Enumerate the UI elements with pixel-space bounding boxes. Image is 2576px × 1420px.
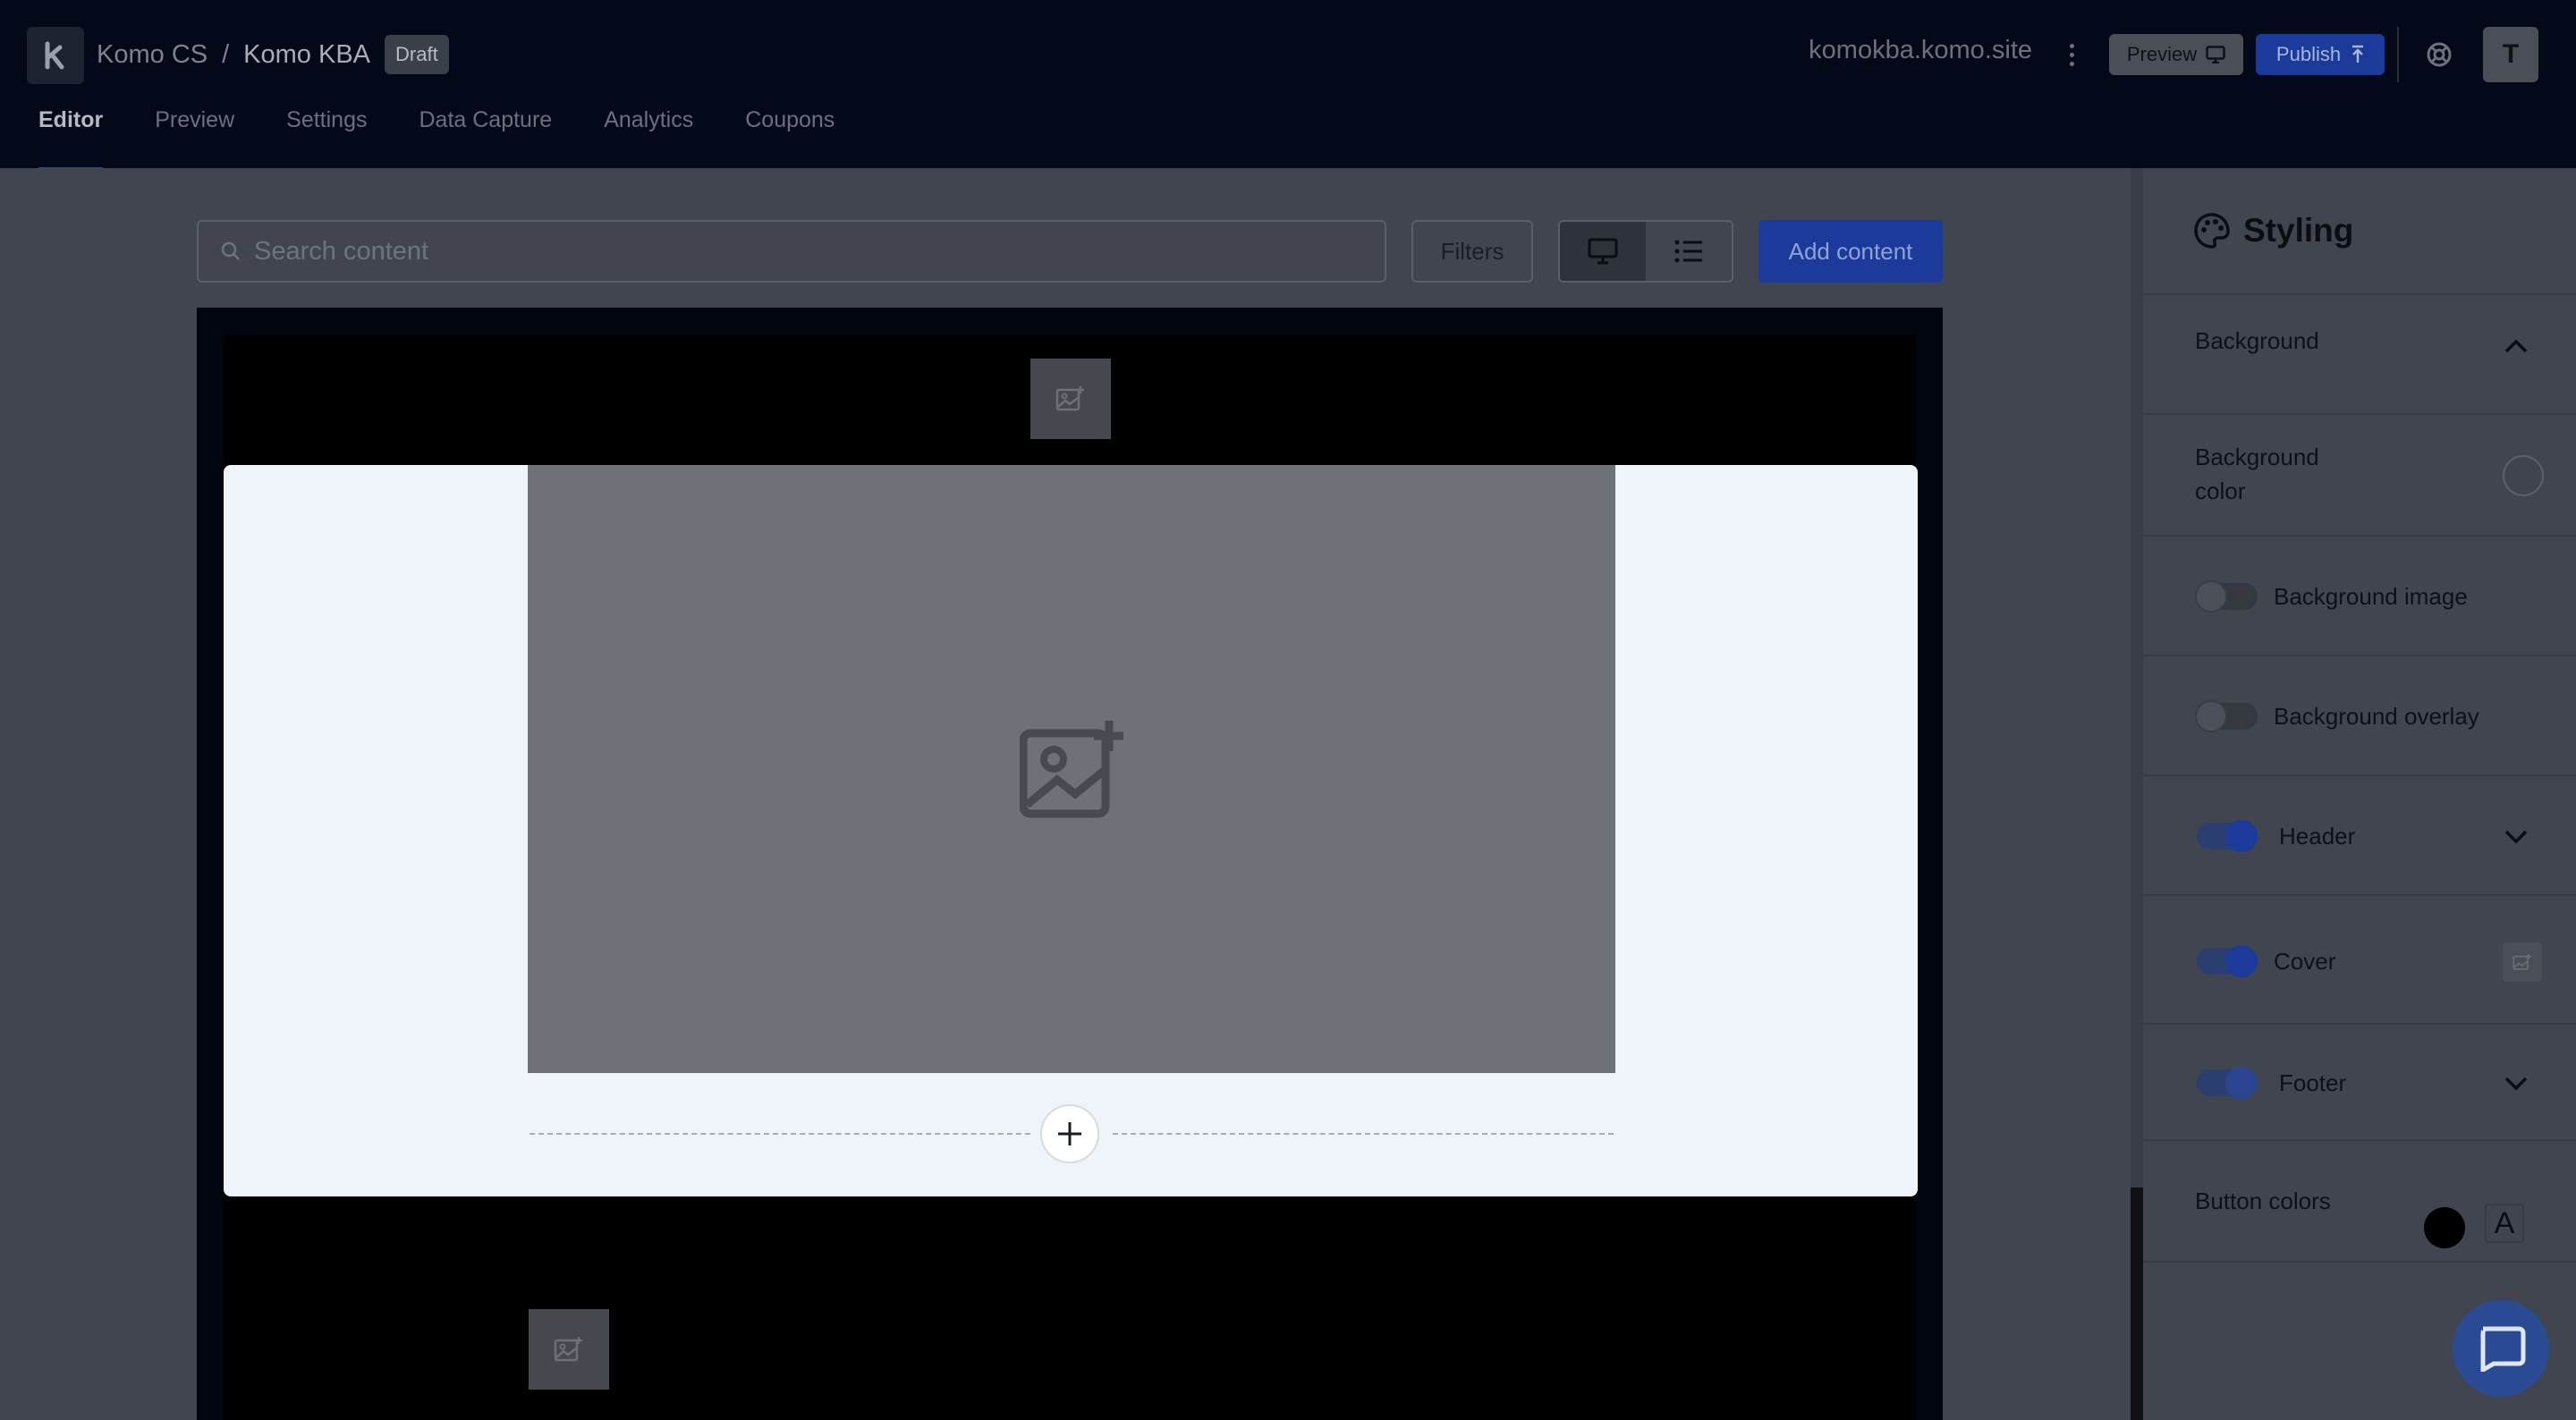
tab-coupons[interactable]: Coupons	[745, 107, 835, 173]
tab-editor[interactable]: Editor	[38, 107, 104, 173]
button-color-swatch[interactable]	[2424, 1207, 2465, 1248]
add-image-icon	[2512, 953, 2531, 970]
palette-icon	[2194, 213, 2230, 249]
cover-toggle[interactable]	[2197, 945, 2258, 977]
help-lifebuoy-icon[interactable]	[2422, 38, 2456, 72]
list-icon	[1674, 240, 1702, 263]
background-image-toggle[interactable]	[2195, 580, 2258, 613]
publish-button-label: Publish	[2275, 43, 2342, 65]
more-options-icon[interactable]	[2063, 36, 2080, 73]
tab-settings[interactable]: Settings	[286, 107, 367, 173]
chevron-down-icon[interactable]	[2503, 1069, 2529, 1096]
background-image-label: Background image	[2274, 583, 2468, 610]
top-bar: Komo CS / Komo KBA Draft komokba.komo.si…	[0, 0, 2576, 173]
plus-icon	[1058, 1122, 1081, 1145]
cover-thumbnail[interactable]	[2503, 942, 2542, 982]
monitor-icon	[2206, 46, 2225, 63]
header-toggle[interactable]	[2197, 820, 2258, 852]
desktop-icon	[1588, 238, 1618, 265]
chat-icon	[2480, 1326, 2526, 1372]
site-url[interactable]: komokba.komo.site	[1809, 36, 2032, 65]
tab-analytics[interactable]: Analytics	[604, 107, 693, 173]
section-divider-left	[530, 1133, 1030, 1135]
main-tabs: Editor Preview Settings Data Capture Ana…	[38, 107, 835, 173]
panel-title: Styling	[2243, 212, 2354, 249]
background-color-swatch[interactable]	[2503, 455, 2544, 496]
cover-label: Cover	[2274, 948, 2336, 975]
add-content-button[interactable]: Add content	[1758, 220, 1943, 283]
header-label: Header	[2279, 823, 2356, 849]
background-color-label-line1: Background	[2195, 444, 2319, 470]
upload-icon	[2352, 45, 2364, 63]
add-image-icon	[1020, 721, 1123, 818]
cover-row[interactable]: Cover	[2143, 896, 2576, 1025]
background-overlay-label: Background overlay	[2274, 703, 2479, 730]
tab-preview[interactable]: Preview	[155, 107, 234, 173]
footer-label: Footer	[2279, 1069, 2347, 1096]
button-colors-row: Button colors	[2143, 1141, 2576, 1263]
header-row[interactable]: Header	[2143, 776, 2576, 896]
chevron-up-icon[interactable]	[2503, 333, 2529, 359]
breadcrumb-separator: /	[222, 39, 230, 69]
desktop-view-button[interactable]	[1560, 222, 1646, 281]
status-badge: Draft	[385, 35, 449, 74]
footer-logo-placeholder[interactable]	[529, 1309, 609, 1390]
publish-button[interactable]: Publish	[2256, 34, 2385, 75]
list-view-button[interactable]	[1646, 222, 1732, 281]
breadcrumb-org[interactable]: Komo CS	[97, 40, 208, 70]
add-section-button[interactable]	[1040, 1104, 1099, 1163]
background-section-toggle[interactable]: Background	[2143, 295, 2576, 415]
view-toggle	[1558, 220, 1733, 283]
tab-data-capture[interactable]: Data Capture	[419, 107, 552, 173]
background-section-label: Background	[2195, 327, 2319, 354]
background-color-row: Background color	[2143, 415, 2576, 537]
komo-logo[interactable]	[27, 27, 84, 84]
button-text-color[interactable]: A	[2485, 1204, 2524, 1243]
background-color-label-line2: color	[2195, 478, 2246, 504]
preview-button-label: Preview	[2126, 43, 2198, 65]
add-image-icon	[554, 1337, 582, 1362]
search-input[interactable]: Search content	[197, 220, 1386, 283]
breadcrumb-project[interactable]: Komo KBA	[243, 40, 370, 70]
styling-panel-header: Styling	[2143, 168, 2576, 295]
chevron-down-icon[interactable]	[2503, 823, 2529, 849]
add-image-icon	[1055, 386, 1084, 411]
footer-toggle[interactable]	[2197, 1067, 2258, 1099]
filters-button[interactable]: Filters	[1411, 220, 1533, 283]
section-divider-right	[1113, 1133, 1614, 1135]
search-placeholder: Search content	[254, 236, 429, 266]
workspace-scrollbar[interactable]	[2131, 168, 2143, 1188]
breadcrumb: Komo CS / Komo KBA Draft	[97, 34, 449, 75]
chat-widget-button[interactable]	[2453, 1300, 2549, 1397]
preview-button[interactable]: Preview	[2109, 34, 2243, 75]
background-overlay-toggle[interactable]	[2195, 700, 2258, 732]
divider	[2397, 27, 2399, 82]
background-overlay-row: Background overlay	[2143, 656, 2576, 776]
header-logo-placeholder[interactable]	[1030, 359, 1111, 439]
footer-row[interactable]: Footer	[2143, 1025, 2576, 1141]
cover-image-placeholder[interactable]	[528, 465, 1615, 1073]
button-colors-label: Button colors	[2195, 1188, 2331, 1214]
search-icon	[221, 241, 240, 260]
background-image-row: Background image	[2143, 537, 2576, 656]
avatar[interactable]: T	[2483, 27, 2538, 82]
komo-logo-icon	[45, 41, 64, 70]
